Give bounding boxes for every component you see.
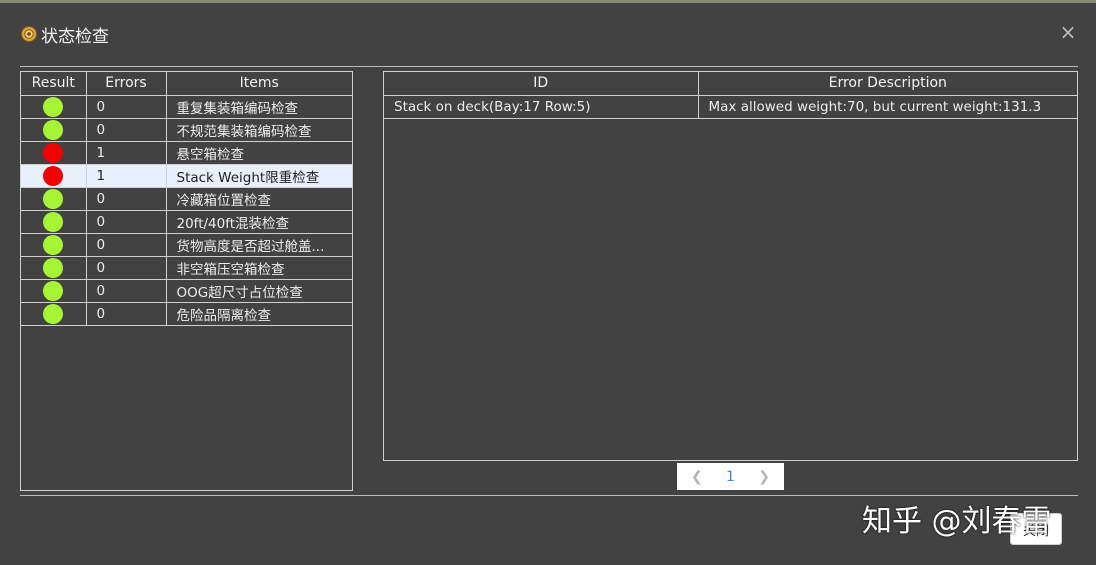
result-cell xyxy=(21,94,87,119)
errors-cell: 0 xyxy=(85,186,167,211)
result-cell xyxy=(21,209,87,234)
error-details-panel: ID Error Description Stack on deck(Bay:1… xyxy=(383,71,1078,461)
item-cell: 重复集装箱编码检查 xyxy=(165,94,352,119)
status-error-dot xyxy=(43,142,64,163)
chevron-left-icon[interactable]: ❮ xyxy=(691,469,703,485)
check-items-table: Result Errors Items 0 重复集装箱编码检查 0 不规范集装箱编码检… xyxy=(21,72,352,326)
result-cell xyxy=(21,186,87,211)
item-cell: 危险品隔离检查 xyxy=(165,301,352,326)
table-row[interactable]: 0 20ft/40ft混装检查 xyxy=(21,209,352,234)
errors-cell: 1 xyxy=(85,163,167,188)
status-ok-dot xyxy=(43,303,64,324)
table-row[interactable]: 1 Stack Weight限重检查 xyxy=(21,163,352,188)
table-header-row: Result Errors Items xyxy=(21,72,352,96)
table-row[interactable]: 0 非空箱压空箱检查 xyxy=(21,255,352,280)
result-cell xyxy=(21,278,87,303)
column-header-result[interactable]: Result xyxy=(21,72,87,96)
gear-icon xyxy=(21,26,37,42)
table-row[interactable]: 1 悬空箱检查 xyxy=(21,140,352,165)
status-ok-dot xyxy=(43,188,64,209)
background-strip xyxy=(0,0,1096,3)
column-header-errors[interactable]: Errors xyxy=(85,72,167,96)
status-error-dot xyxy=(43,165,64,186)
result-cell xyxy=(21,301,87,326)
errors-cell: 1 xyxy=(85,140,167,165)
item-cell: 货物高度是否超过舱盖... xyxy=(165,232,352,257)
errors-cell: 0 xyxy=(85,94,167,119)
errors-cell: 0 xyxy=(85,209,167,234)
pagination: ❮ 1 ❯ xyxy=(677,463,784,490)
check-items-panel: Result Errors Items 0 重复集装箱编码检查 0 不规范集装箱编码检… xyxy=(20,71,353,491)
errors-cell: 0 xyxy=(85,278,167,303)
page-number[interactable]: 1 xyxy=(726,469,735,485)
errors-cell: 0 xyxy=(85,301,167,326)
dialog-title-bar: 状态检查 xyxy=(20,20,109,48)
item-cell: 非空箱压空箱检查 xyxy=(165,255,352,280)
item-cell: OOG超尺寸占位检查 xyxy=(165,278,352,303)
table-row[interactable]: 0 货物高度是否超过舱盖... xyxy=(21,232,352,257)
table-header-row: ID Error Description xyxy=(384,72,1077,96)
table-row[interactable]: 0 重复集装箱编码检查 xyxy=(21,94,352,119)
table-row[interactable]: 0 不规范集装箱编码检查 xyxy=(21,117,352,142)
watermark: 知乎 @刘春雷 xyxy=(862,504,1052,539)
item-cell: 不规范集装箱编码检查 xyxy=(165,117,352,142)
errors-cell: 0 xyxy=(85,232,167,257)
item-cell: 悬空箱检查 xyxy=(165,140,352,165)
column-header-error-description[interactable]: Error Description xyxy=(697,72,1077,96)
errors-cell: 0 xyxy=(85,117,167,142)
close-icon[interactable]: × xyxy=(1058,22,1078,42)
chevron-right-icon[interactable]: ❯ xyxy=(758,469,770,485)
result-cell xyxy=(21,255,87,280)
result-cell xyxy=(21,163,87,188)
dialog-title: 状态检查 xyxy=(41,26,109,47)
status-ok-dot xyxy=(43,257,64,278)
error-details-table: ID Error Description Stack on deck(Bay:1… xyxy=(384,72,1077,119)
status-ok-dot xyxy=(43,280,64,301)
table-row[interactable]: Stack on deck(Bay:17 Row:5) Max allowed w… xyxy=(384,94,1077,119)
status-ok-dot xyxy=(43,96,64,117)
description-cell: Max allowed weight:70, but current weigh… xyxy=(697,94,1077,119)
table-row[interactable]: 0 冷藏箱位置检查 xyxy=(21,186,352,211)
table-row[interactable]: 0 危险品隔离检查 xyxy=(21,301,352,326)
result-cell xyxy=(21,140,87,165)
header-divider xyxy=(20,66,1078,67)
table-row[interactable]: 0 OOG超尺寸占位检查 xyxy=(21,278,352,303)
status-ok-dot xyxy=(43,234,64,255)
item-cell: Stack Weight限重检查 xyxy=(165,163,352,188)
item-cell: 冷藏箱位置检查 xyxy=(165,186,352,211)
id-cell: Stack on deck(Bay:17 Row:5) xyxy=(384,94,699,119)
column-header-items[interactable]: Items xyxy=(165,72,352,96)
status-ok-dot xyxy=(43,119,64,140)
result-cell xyxy=(21,117,87,142)
column-header-id[interactable]: ID xyxy=(384,72,699,96)
item-cell: 20ft/40ft混装检查 xyxy=(165,209,352,234)
status-ok-dot xyxy=(43,211,64,232)
result-cell xyxy=(21,232,87,257)
errors-cell: 0 xyxy=(85,255,167,280)
